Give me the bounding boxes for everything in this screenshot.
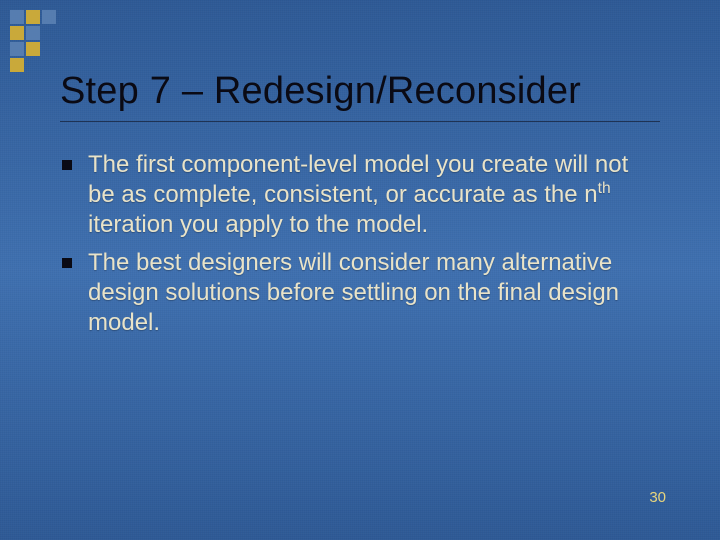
bullet-text-pre: The first component-level model you crea… — [88, 151, 628, 208]
bullet-text-post: iteration you apply to the model. — [88, 211, 428, 238]
bullet-text-sup: th — [598, 180, 611, 197]
slide-content: Step 7 – Redesign/Reconsider The first c… — [0, 0, 720, 540]
page-number: 30 — [649, 489, 666, 506]
bullet-list: The first component-level model you crea… — [60, 150, 660, 338]
bullet-item: The best designers will consider many al… — [88, 248, 660, 338]
slide-title: Step 7 – Redesign/Reconsider — [60, 70, 660, 113]
bullet-text-pre: The best designers will consider many al… — [88, 249, 619, 336]
bullet-item: The first component-level model you crea… — [88, 150, 660, 240]
title-divider — [60, 121, 660, 122]
